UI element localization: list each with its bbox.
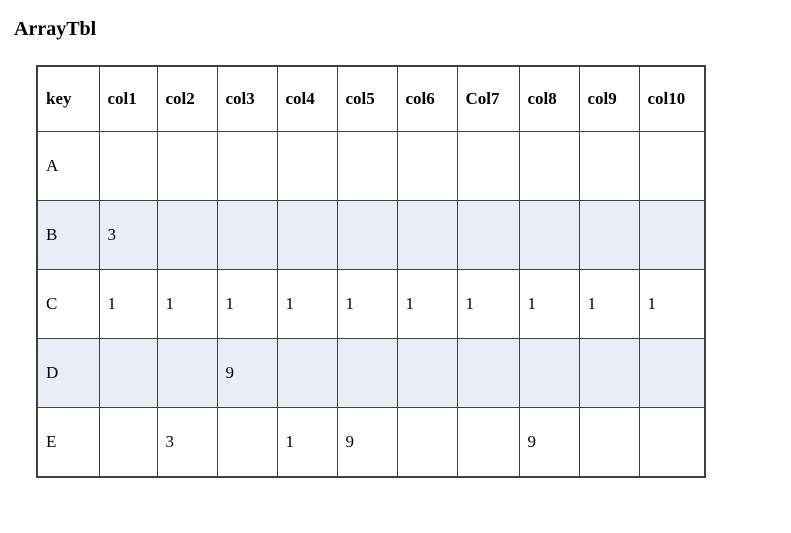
- table-cell: [457, 132, 519, 201]
- table-cell: [217, 408, 277, 478]
- table-header-cell: col6: [397, 66, 457, 132]
- row-key-cell: E: [37, 408, 99, 478]
- table-cell: 1: [639, 270, 705, 339]
- table-header-cell: col10: [639, 66, 705, 132]
- table-cell: 1: [277, 408, 337, 478]
- table-row: C 1 1 1 1 1 1 1 1 1 1: [37, 270, 705, 339]
- table-cell: [397, 408, 457, 478]
- table-header-cell: col2: [157, 66, 217, 132]
- row-key-cell: B: [37, 201, 99, 270]
- table-cell: [639, 339, 705, 408]
- table-cell: 1: [157, 270, 217, 339]
- table-cell: [277, 132, 337, 201]
- table-cell: [99, 339, 157, 408]
- table-cell: 1: [397, 270, 457, 339]
- table-row: D 9: [37, 339, 705, 408]
- table-cell: [277, 201, 337, 270]
- table-cell: [337, 201, 397, 270]
- table-cell: 1: [579, 270, 639, 339]
- row-key-cell: D: [37, 339, 99, 408]
- table-cell: [397, 201, 457, 270]
- table-cell: [639, 132, 705, 201]
- table-cell: 9: [519, 408, 579, 478]
- table-header-cell: col8: [519, 66, 579, 132]
- table-header-cell: col3: [217, 66, 277, 132]
- table-cell: [579, 408, 639, 478]
- table-header-cell: col4: [277, 66, 337, 132]
- table-cell: [217, 132, 277, 201]
- array-table-container: key col1 col2 col3 col4 col5 col6 Col7 c…: [36, 65, 791, 478]
- table-cell: [157, 339, 217, 408]
- table-cell: [579, 132, 639, 201]
- table-cell: 1: [457, 270, 519, 339]
- table-cell: [457, 408, 519, 478]
- table-row: E 3 1 9 9: [37, 408, 705, 478]
- table-cell: [217, 201, 277, 270]
- table-cell: [579, 201, 639, 270]
- table-cell: 1: [519, 270, 579, 339]
- table-cell: [519, 201, 579, 270]
- table-cell: 1: [99, 270, 157, 339]
- page-title: ArrayTbl: [14, 18, 791, 41]
- array-table: key col1 col2 col3 col4 col5 col6 Col7 c…: [36, 65, 706, 478]
- table-cell: [337, 339, 397, 408]
- table-cell: 9: [337, 408, 397, 478]
- table-cell: [277, 339, 337, 408]
- table-cell: [519, 339, 579, 408]
- table-cell: [397, 132, 457, 201]
- table-cell: [519, 132, 579, 201]
- row-key-cell: A: [37, 132, 99, 201]
- table-cell: [457, 339, 519, 408]
- table-cell: [337, 132, 397, 201]
- table-cell: [99, 132, 157, 201]
- table-cell: [397, 339, 457, 408]
- table-header-row: key col1 col2 col3 col4 col5 col6 Col7 c…: [37, 66, 705, 132]
- table-cell: 1: [337, 270, 397, 339]
- table-cell: [157, 201, 217, 270]
- table-cell: 9: [217, 339, 277, 408]
- table-cell: [639, 408, 705, 478]
- table-cell: 3: [99, 201, 157, 270]
- table-cell: 1: [217, 270, 277, 339]
- table-header-cell: key: [37, 66, 99, 132]
- table-cell: 1: [277, 270, 337, 339]
- table-header-cell: Col7: [457, 66, 519, 132]
- table-header-cell: col9: [579, 66, 639, 132]
- table-cell: [99, 408, 157, 478]
- table-cell: [639, 201, 705, 270]
- table-header-cell: col1: [99, 66, 157, 132]
- row-key-cell: C: [37, 270, 99, 339]
- table-row: B 3: [37, 201, 705, 270]
- table-cell: 3: [157, 408, 217, 478]
- table-cell: [579, 339, 639, 408]
- table-header-cell: col5: [337, 66, 397, 132]
- table-row: A: [37, 132, 705, 201]
- table-cell: [157, 132, 217, 201]
- table-cell: [457, 201, 519, 270]
